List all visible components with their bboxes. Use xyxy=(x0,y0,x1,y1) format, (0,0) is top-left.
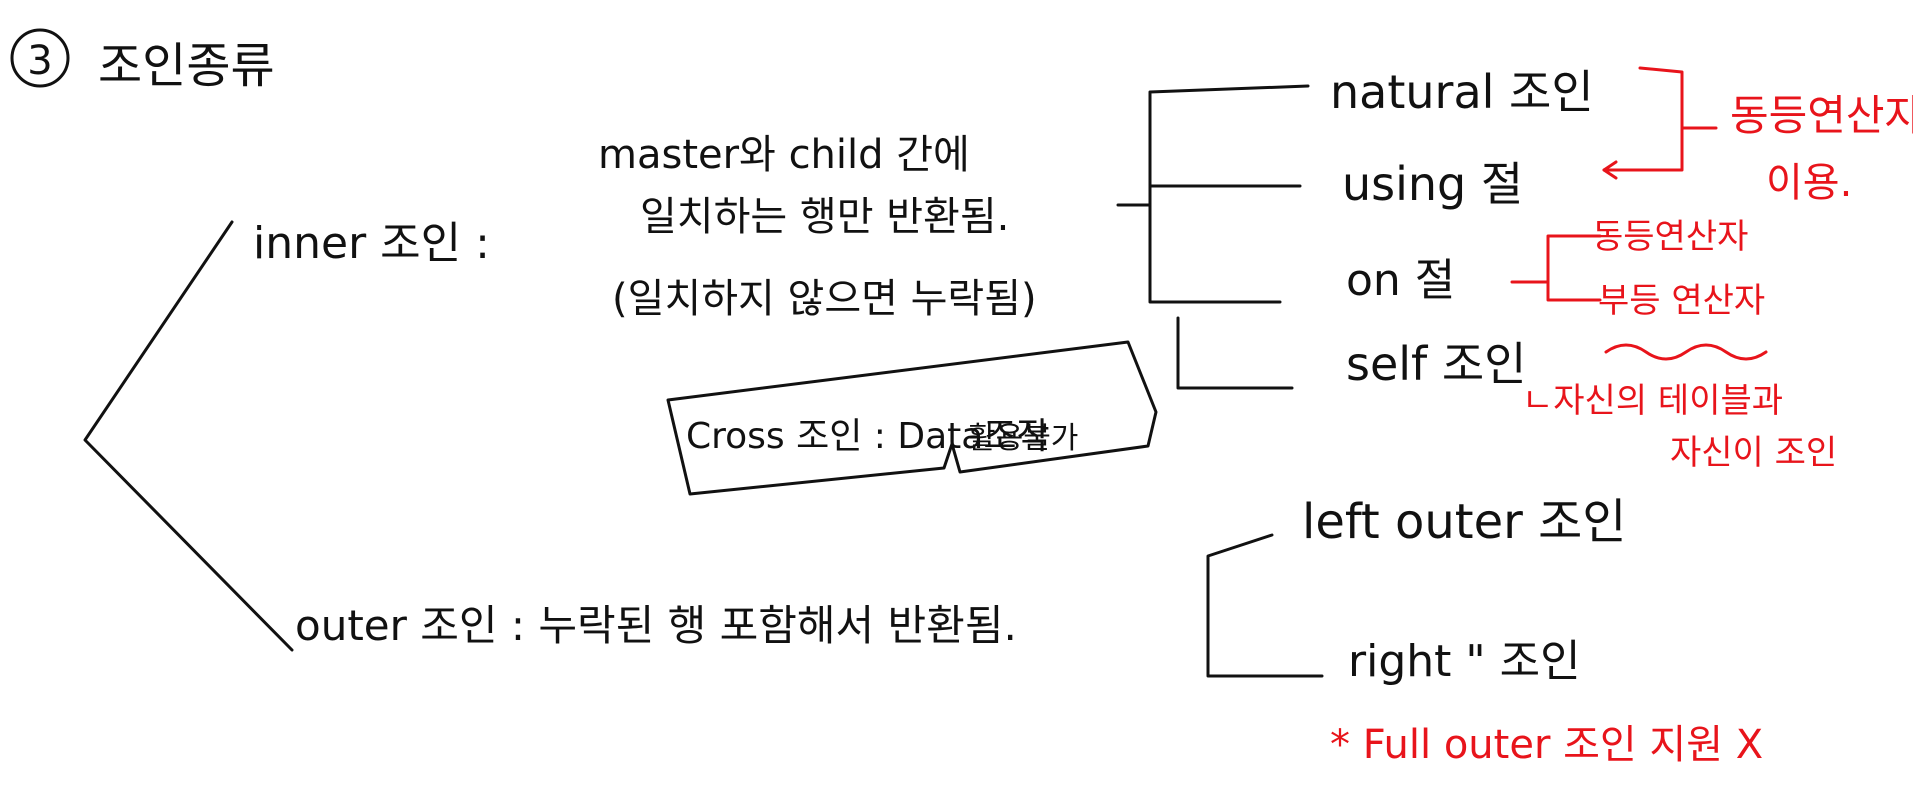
right-outer-join-label: right " 조인 xyxy=(1348,636,1581,687)
self-join-desc-line1: ㄴ자신의 테이블과 xyxy=(1522,381,1783,421)
outer-types-bracket xyxy=(1206,533,1324,678)
full-outer-join-note: * Full outer 조인 지원 X xyxy=(1330,722,1763,768)
using-clause-label: using 절 xyxy=(1342,157,1523,211)
equi-use-note: 이용. xyxy=(1766,160,1852,206)
squiggle-underline xyxy=(1604,343,1768,361)
self-join-desc-line2: 자신이 조인 xyxy=(1670,433,1837,473)
inner-types-bracket-lower xyxy=(1176,316,1294,390)
cross-join-note: 활용불가 xyxy=(968,421,1078,456)
on-clause-fork xyxy=(1510,234,1602,302)
on-nonequi-note: 부등 연산자 xyxy=(1598,281,1765,321)
on-clause-label: on 절 xyxy=(1346,255,1455,306)
heading-title: 조인종류 xyxy=(98,38,275,94)
inner-desc-line3: (일치하지 않으면 누락됨) xyxy=(612,276,1037,322)
heading-number: 3 xyxy=(27,38,52,84)
inner-join-label: inner 조인 : xyxy=(253,218,490,269)
equi-operator-note: 동등연산자 xyxy=(1730,91,1913,140)
outer-join-label: outer 조인 : 누락된 행 포함해서 반환됨. xyxy=(295,601,1017,650)
inner-types-bracket-upper xyxy=(1148,84,1310,304)
natural-join-label: natural 조인 xyxy=(1330,65,1594,119)
inner-desc-line1: master와 child 간에 xyxy=(598,132,970,178)
self-join-label: self 조인 xyxy=(1346,337,1527,391)
left-outer-join-label: left outer 조인 xyxy=(1302,494,1626,550)
equi-bracket xyxy=(1602,66,1684,172)
diagram-canvas: 3 조인종류 inner 조인 : master와 child 간에 일치하는 … xyxy=(10,28,1913,768)
on-equi-note: 동등연산자 xyxy=(1592,217,1748,257)
main-bracket xyxy=(83,220,294,652)
inner-desc-line2: 일치하는 행만 반환됨. xyxy=(640,194,1009,240)
